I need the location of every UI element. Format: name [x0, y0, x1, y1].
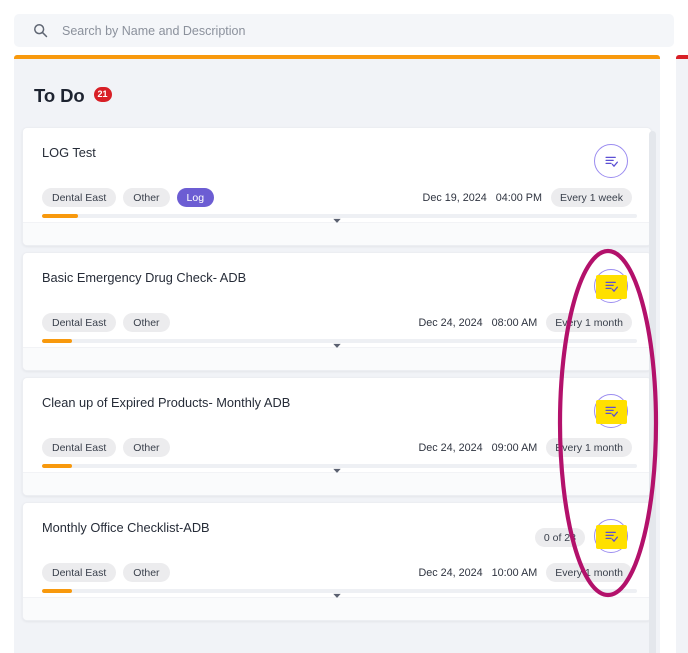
- task-title: LOG Test: [42, 145, 96, 160]
- task-meta-row: Dec 24, 2024 10:00 AM Every 1 month: [418, 563, 632, 582]
- search-icon: [33, 23, 48, 38]
- card-expand-footer[interactable]: [23, 468, 651, 495]
- tag-chip-row: Dental East Other: [42, 563, 170, 582]
- column-header: To Do 21: [14, 59, 660, 113]
- column-scrollbar[interactable]: [649, 131, 656, 653]
- recurrence-chip: Every 1 month: [546, 563, 632, 582]
- due-time: 04:00 PM: [495, 191, 542, 204]
- progress-bar-fill: [42, 339, 72, 343]
- tag-chip[interactable]: Dental East: [42, 438, 117, 457]
- card-expand-footer[interactable]: [23, 593, 651, 620]
- task-meta-row: Dec 19, 2024 04:00 PM Every 1 week: [423, 188, 632, 207]
- column-title: To Do: [34, 85, 85, 106]
- task-title: Basic Emergency Drug Check- ADB: [42, 270, 247, 285]
- checklist-button[interactable]: [594, 519, 628, 553]
- due-time: 09:00 AM: [491, 441, 538, 454]
- tag-chip[interactable]: Other: [123, 313, 170, 332]
- task-meta-row: Dec 24, 2024 08:00 AM Every 1 month: [418, 313, 632, 332]
- search-input[interactable]: [62, 14, 674, 47]
- column-accent-bar: [676, 55, 688, 59]
- tag-chip[interactable]: Dental East: [42, 188, 117, 207]
- task-title: Monthly Office Checklist-ADB: [42, 520, 210, 535]
- tag-chip[interactable]: Other: [123, 438, 170, 457]
- app-screen: To Do 21 LOG Test: [0, 0, 688, 653]
- card-list: LOG Test Dental East Other Log Dec 19, 2…: [22, 127, 652, 653]
- due-date: Dec 24, 2024: [418, 566, 483, 579]
- chevron-down-icon[interactable]: [331, 214, 344, 227]
- checklist-icon[interactable]: [594, 519, 628, 553]
- task-card[interactable]: Basic Emergency Drug Check- ADB Dental E…: [22, 252, 652, 371]
- recurrence-chip: Every 1 month: [546, 313, 632, 332]
- checklist-icon[interactable]: [594, 144, 628, 178]
- checklist-button[interactable]: [594, 144, 628, 178]
- checklist-icon[interactable]: [594, 269, 628, 303]
- task-card[interactable]: LOG Test Dental East Other Log Dec 19, 2…: [22, 127, 652, 246]
- chevron-down-icon[interactable]: [331, 339, 344, 352]
- recurrence-chip: Every 1 week: [550, 188, 632, 207]
- chevron-down-icon[interactable]: [331, 589, 344, 602]
- column-count-badge: 21: [93, 86, 112, 102]
- chevron-down-icon[interactable]: [331, 464, 344, 477]
- due-time: 08:00 AM: [491, 316, 538, 329]
- column-next: [676, 55, 688, 653]
- due-date: Dec 24, 2024: [418, 316, 483, 329]
- due-date: Dec 19, 2024: [422, 191, 487, 204]
- task-card[interactable]: Clean up of Expired Products- Monthly AD…: [22, 377, 652, 496]
- column-todo: To Do 21 LOG Test Dental East Other Log …: [14, 55, 660, 653]
- tag-chip[interactable]: Other: [123, 563, 170, 582]
- checklist-count-badge: 0 of 23: [534, 528, 585, 547]
- checklist-button[interactable]: [594, 269, 628, 303]
- tag-chip[interactable]: Dental East: [42, 563, 117, 582]
- search-bar[interactable]: [14, 14, 674, 47]
- task-title: Clean up of Expired Products- Monthly AD…: [42, 395, 291, 410]
- tag-chip-row: Dental East Other: [42, 313, 170, 332]
- recurrence-chip: Every 1 month: [546, 438, 632, 457]
- tag-chip-row: Dental East Other: [42, 438, 170, 457]
- progress-bar-fill: [42, 589, 72, 593]
- checklist-button[interactable]: [594, 394, 628, 428]
- checklist-icon[interactable]: [594, 394, 628, 428]
- tag-chip-accent[interactable]: Log: [176, 188, 215, 207]
- due-date: Dec 24, 2024: [418, 441, 483, 454]
- card-expand-footer[interactable]: [23, 218, 651, 245]
- tag-chip[interactable]: Other: [123, 188, 170, 207]
- progress-bar-fill: [42, 464, 72, 468]
- tag-chip-row: Dental East Other Log: [42, 188, 215, 207]
- card-expand-footer[interactable]: [23, 343, 651, 370]
- task-card[interactable]: Monthly Office Checklist-ADB 0 of 23 Den…: [22, 502, 652, 621]
- progress-bar-fill: [42, 214, 78, 218]
- due-time: 10:00 AM: [491, 566, 538, 579]
- tag-chip[interactable]: Dental East: [42, 313, 117, 332]
- task-meta-row: Dec 24, 2024 09:00 AM Every 1 month: [418, 438, 632, 457]
